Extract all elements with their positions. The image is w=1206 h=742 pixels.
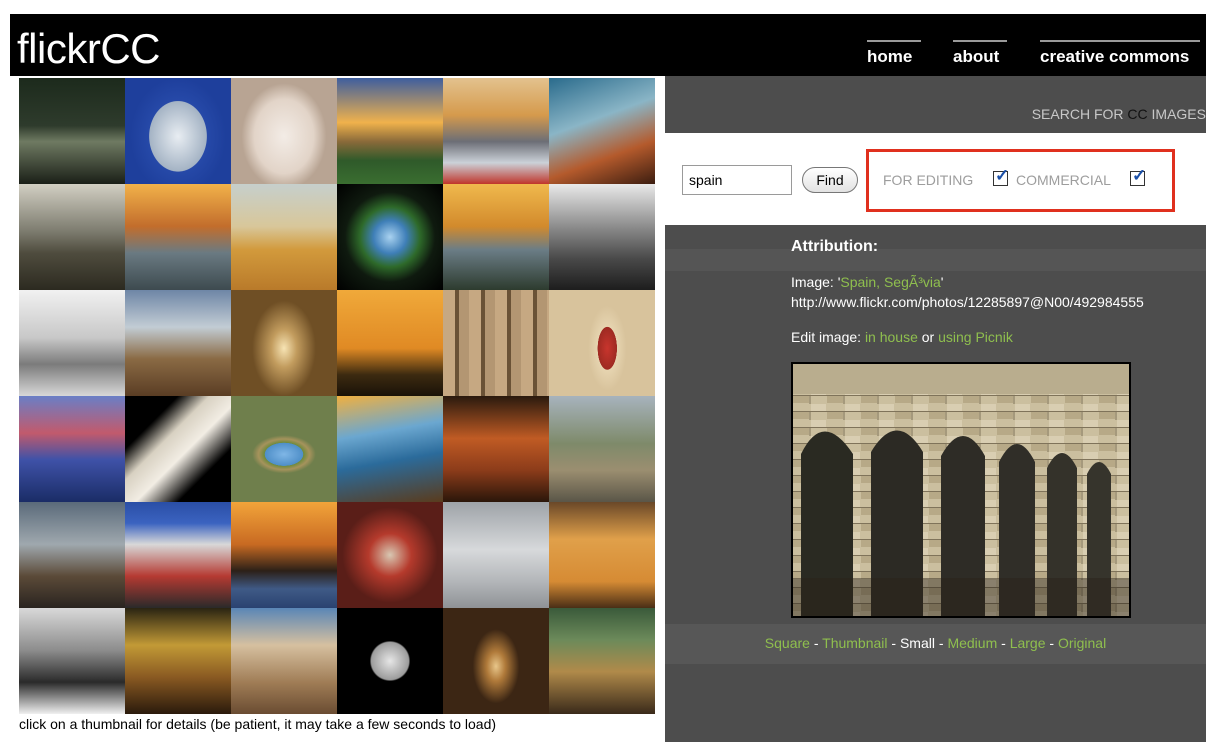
thumbnail[interactable] bbox=[231, 290, 337, 396]
size-medium-link[interactable]: Medium bbox=[947, 635, 997, 651]
thumbnail[interactable] bbox=[19, 502, 125, 608]
edit-in-house-link[interactable]: in house bbox=[865, 329, 918, 345]
details-panel: SEARCH FOR CC IMAGES Find FOR EDITING ✓ … bbox=[665, 76, 1206, 742]
panel-stripe bbox=[665, 249, 1206, 271]
commercial-checkbox[interactable]: ✓ bbox=[1130, 166, 1146, 186]
thumbnail[interactable] bbox=[549, 78, 655, 184]
preview-image[interactable] bbox=[791, 362, 1131, 618]
thumbnail[interactable] bbox=[443, 290, 549, 396]
thumbnail[interactable] bbox=[443, 78, 549, 184]
edit-or: or bbox=[917, 329, 939, 345]
thumbnail[interactable] bbox=[125, 184, 231, 290]
thumbnail[interactable] bbox=[125, 502, 231, 608]
for-editing-label: FOR EDITING bbox=[883, 172, 974, 188]
thumbnail[interactable] bbox=[19, 608, 125, 714]
thumbnail[interactable] bbox=[443, 608, 549, 714]
size-small-current: Small bbox=[899, 635, 935, 651]
size-separator: - bbox=[887, 635, 900, 651]
size-options: Square - Thumbnail - Small - Medium - La… bbox=[665, 635, 1206, 651]
nav-about[interactable]: about bbox=[953, 40, 1007, 70]
thumbnail[interactable] bbox=[549, 290, 655, 396]
thumbnail[interactable] bbox=[549, 396, 655, 502]
thumbnail[interactable] bbox=[125, 608, 231, 714]
thumbnail[interactable] bbox=[549, 502, 655, 608]
thumbnail[interactable] bbox=[443, 396, 549, 502]
edit-image-line: Edit image: in house or using Picnik bbox=[791, 329, 1013, 345]
thumbnail[interactable] bbox=[443, 502, 549, 608]
search-bar: Find FOR EDITING ✓ COMMERCIAL ✓ bbox=[665, 133, 1206, 225]
thumbnail[interactable] bbox=[125, 78, 231, 184]
thumbnail-grid bbox=[19, 78, 655, 714]
thumbnail[interactable] bbox=[231, 78, 337, 184]
attribution-title: Attribution: bbox=[791, 238, 879, 255]
thumbnail[interactable] bbox=[549, 184, 655, 290]
search-for-heading: SEARCH FOR CC IMAGES bbox=[1032, 106, 1206, 122]
size-large-link[interactable]: Large bbox=[1010, 635, 1046, 651]
size-separator: - bbox=[997, 635, 1010, 651]
gallery-note: click on a thumbnail for details (be pat… bbox=[19, 716, 497, 732]
find-button[interactable]: Find bbox=[802, 167, 858, 193]
thumbnail[interactable] bbox=[337, 608, 443, 714]
image-prefix: Image: ' bbox=[791, 274, 841, 290]
thumbnail[interactable] bbox=[231, 502, 337, 608]
thumbnail[interactable] bbox=[549, 608, 655, 714]
thumbnail[interactable] bbox=[231, 608, 337, 714]
size-separator: - bbox=[1045, 635, 1058, 651]
thumbnail[interactable] bbox=[231, 184, 337, 290]
image-title-link[interactable]: Spain, SegÃ³via bbox=[840, 274, 940, 290]
thumbnail[interactable] bbox=[19, 78, 125, 184]
thumbnail[interactable] bbox=[231, 396, 337, 502]
search-for-suffix: IMAGES bbox=[1147, 106, 1206, 122]
size-separator: - bbox=[809, 635, 823, 651]
checkmark-icon: ✓ bbox=[995, 166, 1010, 185]
thumbnail[interactable] bbox=[337, 396, 443, 502]
thumbnail[interactable] bbox=[337, 78, 443, 184]
search-for-cc: CC bbox=[1127, 106, 1148, 122]
search-input[interactable] bbox=[682, 165, 792, 195]
header: flickrCC home about creative commons bbox=[10, 14, 1206, 76]
nav-home[interactable]: home bbox=[867, 40, 921, 70]
size-thumbnail-link[interactable]: Thumbnail bbox=[822, 635, 887, 651]
image-suffix: ' bbox=[940, 274, 944, 290]
checkmark-icon: ✓ bbox=[1132, 166, 1147, 185]
thumbnail[interactable] bbox=[443, 184, 549, 290]
nav-creative-commons[interactable]: creative commons bbox=[1040, 40, 1200, 70]
thumbnail[interactable] bbox=[337, 184, 443, 290]
edit-picnik-link[interactable]: using Picnik bbox=[938, 329, 1013, 345]
thumbnail[interactable] bbox=[19, 290, 125, 396]
thumbnail[interactable] bbox=[125, 290, 231, 396]
size-separator: - bbox=[934, 635, 948, 651]
logo[interactable]: flickrCC bbox=[17, 24, 160, 74]
size-square-link[interactable]: Square bbox=[765, 635, 810, 651]
thumbnail[interactable] bbox=[337, 290, 443, 396]
search-for-prefix: SEARCH FOR bbox=[1031, 106, 1128, 122]
for-editing-checkbox[interactable]: ✓ bbox=[993, 166, 1009, 186]
thumbnail[interactable] bbox=[125, 396, 231, 502]
attribution-url: http://www.flickr.com/photos/12285897@N0… bbox=[791, 294, 1144, 310]
commercial-label: COMMERCIAL bbox=[1016, 172, 1111, 188]
thumbnail[interactable] bbox=[337, 502, 443, 608]
thumbnail[interactable] bbox=[19, 184, 125, 290]
edit-prefix: Edit image: bbox=[791, 329, 865, 345]
attribution-image-line: Image: 'Spain, SegÃ³via' bbox=[791, 274, 943, 290]
thumbnail[interactable] bbox=[19, 396, 125, 502]
size-original-link[interactable]: Original bbox=[1058, 635, 1106, 651]
thumbnail-gallery: click on a thumbnail for details (be pat… bbox=[17, 76, 657, 742]
